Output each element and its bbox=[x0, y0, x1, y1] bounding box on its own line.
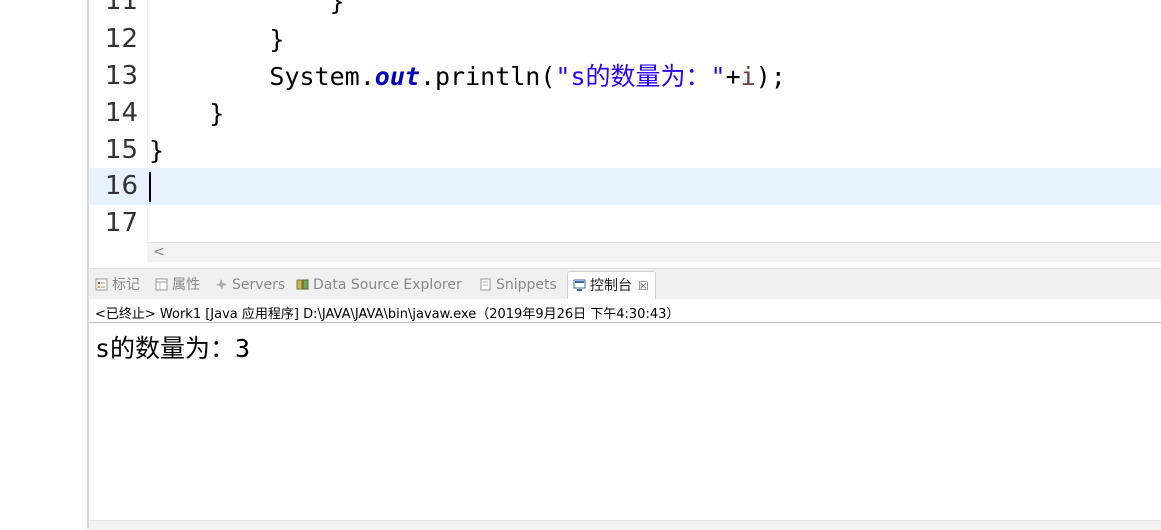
code-text: System.out.println("s的数量为："+i); bbox=[149, 62, 786, 91]
code-editor[interactable]: 11 } 12 } 13 System.out.println("s的数量为："… bbox=[89, 0, 1161, 262]
bottom-view-tabbar: 标记 属性 Servers Data Source Explorer Snipp… bbox=[89, 268, 1161, 300]
code-line-14[interactable]: 14 } bbox=[89, 95, 1161, 132]
console-output[interactable]: s的数量为：3 bbox=[95, 329, 250, 365]
line-number: 13 bbox=[105, 61, 139, 91]
tab-snippets[interactable]: Snippets bbox=[479, 274, 557, 296]
servers-icon bbox=[215, 276, 228, 290]
close-icon[interactable]: ☒ bbox=[638, 279, 649, 293]
line-number: 16 bbox=[105, 171, 139, 201]
code-text: } bbox=[149, 99, 225, 128]
tab-markers[interactable]: 标记 bbox=[95, 274, 140, 296]
text-caret bbox=[149, 172, 151, 202]
database-icon bbox=[296, 276, 309, 290]
snippets-icon bbox=[479, 276, 492, 291]
tab-properties[interactable]: 属性 bbox=[155, 274, 200, 296]
editor-horizontal-scrollbar[interactable]: < bbox=[147, 242, 1161, 262]
line-number: 14 bbox=[105, 98, 139, 128]
code-text: } bbox=[149, 0, 345, 16]
code-line-17[interactable]: 17 bbox=[89, 205, 1161, 242]
scroll-left-icon[interactable]: < bbox=[153, 244, 165, 260]
code-line-12[interactable]: 12 } bbox=[89, 21, 1161, 58]
console-divider bbox=[89, 322, 1161, 323]
line-number: 12 bbox=[105, 24, 139, 54]
line-number: 11 bbox=[105, 0, 139, 16]
code-line-13[interactable]: 13 System.out.println("s的数量为："+i); bbox=[89, 58, 1161, 95]
line-number: 15 bbox=[105, 135, 139, 165]
tab-data-source-explorer[interactable]: Data Source Explorer bbox=[296, 274, 462, 296]
console-view: <已终止> Work1 [Java 应用程序] D:\JAVA\JAVA\bin… bbox=[89, 299, 1161, 530]
console-process-info: <已终止> Work1 [Java 应用程序] D:\JAVA\JAVA\bin… bbox=[95, 307, 680, 322]
tab-console[interactable]: 控制台 ☒ bbox=[567, 271, 656, 300]
tab-servers[interactable]: Servers bbox=[215, 274, 285, 296]
markers-icon bbox=[95, 276, 108, 291]
code-line-16-current[interactable]: 16 bbox=[89, 168, 1161, 205]
code-line-11[interactable]: 11 } bbox=[89, 0, 1161, 20]
code-text: } bbox=[149, 25, 285, 54]
line-number: 17 bbox=[105, 208, 139, 238]
left-panel bbox=[0, 0, 88, 529]
code-text: } bbox=[149, 136, 165, 165]
console-icon bbox=[573, 274, 586, 291]
code-line-15[interactable]: 15 } bbox=[89, 132, 1161, 169]
properties-icon bbox=[155, 276, 168, 291]
